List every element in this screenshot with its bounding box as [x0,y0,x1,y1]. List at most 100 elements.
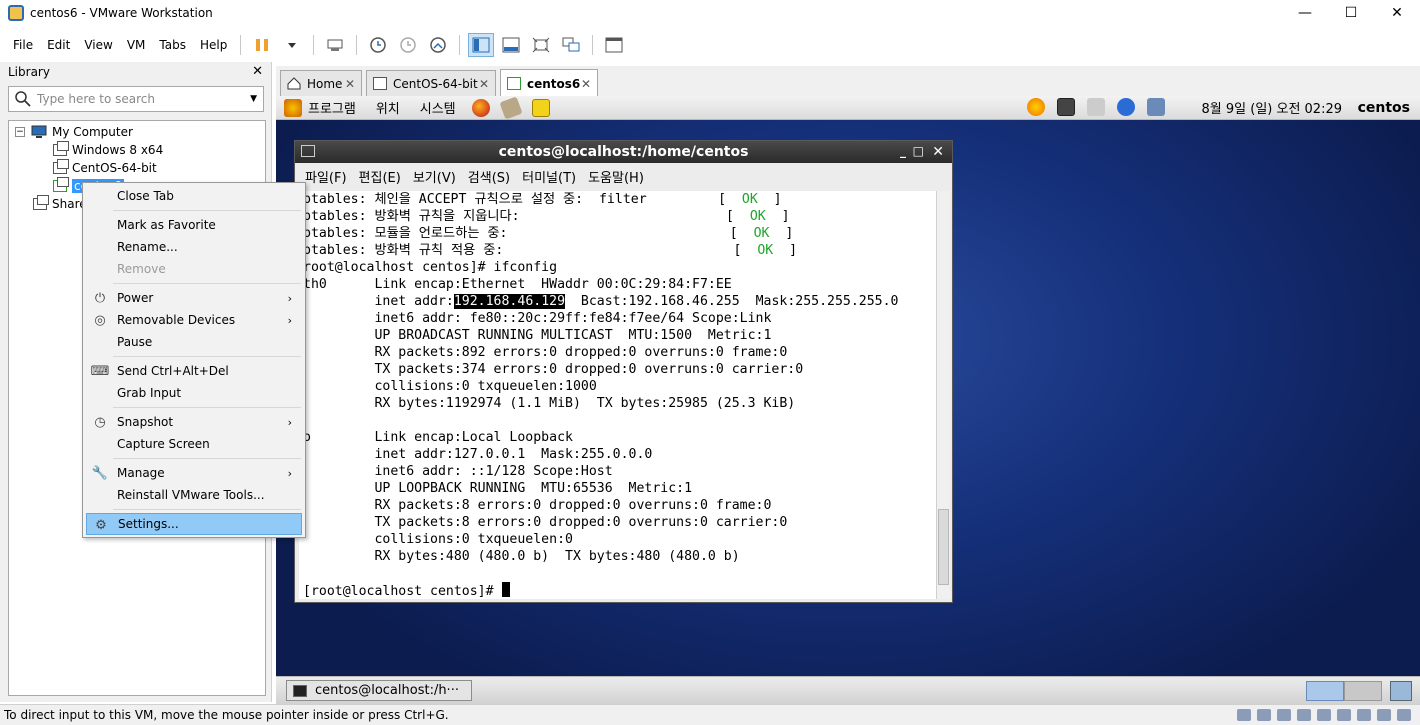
context-menu-item[interactable]: ◷ Snapshot › [86,411,302,433]
terminal-menu-terminal[interactable]: 터미널(T) [522,167,576,186]
snapshot-revert-icon[interactable] [395,33,421,57]
menu-view[interactable]: View [77,38,119,52]
network-icon[interactable] [1147,98,1165,116]
tree-item-centos-64[interactable]: CentOS-64-bit [53,159,157,177]
tree-node-my-computer[interactable]: − My Computer [15,123,133,141]
context-menu-item[interactable]: Reinstall VMware Tools... [86,484,302,506]
notes-icon[interactable] [531,98,550,117]
firefox-icon[interactable] [471,98,490,117]
unity-icon[interactable] [558,33,584,57]
context-menu-item[interactable]: 🔧 Manage › [86,462,302,484]
terminal-line: root@localhost centos]# ifconfig [303,260,558,275]
display-icon[interactable] [1377,709,1391,721]
snapshot-take-icon[interactable] [365,33,391,57]
show-library-icon[interactable] [468,33,495,57]
tab-close-icon[interactable]: ✕ [345,77,355,91]
bluetooth-icon[interactable] [1117,98,1135,116]
device-status-icons [1234,709,1414,721]
vm-display[interactable]: 프로그램 위치 시스템 8월 9일 (일) 오전 02:29 centos ce… [276,96,1420,704]
mail-icon[interactable] [499,96,523,120]
message-icon[interactable] [1397,709,1411,721]
context-menu-item[interactable]: ◎ Removable Devices › [86,309,302,331]
guest-clock[interactable]: 8월 9일 (일) 오전 02:29 [1202,98,1342,117]
guest-menu-applications[interactable]: 프로그램 [308,98,356,117]
library-search-input[interactable]: Type here to search ▼ [8,86,264,112]
context-menu-item[interactable]: ⌨ Send Ctrl+Alt+Del [86,360,302,382]
terminal-menu-file[interactable]: 파일(F) [305,167,347,186]
sound-icon[interactable] [1337,709,1351,721]
scrollbar-thumb[interactable] [938,509,949,585]
maximize-button[interactable]: ☐ [1328,0,1374,26]
usb-icon[interactable] [1317,709,1331,721]
terminal-line: RX packets:892 errors:0 dropped:0 overru… [303,345,788,360]
terminal-scrollbar[interactable] [936,191,950,599]
taskbar-terminal-button[interactable]: centos@localhost:/h··· [286,680,472,701]
tab-close-icon[interactable]: ✕ [479,77,489,91]
console-view-icon[interactable] [601,33,627,57]
workspace-1[interactable] [1306,681,1344,701]
menu-vm[interactable]: VM [120,38,153,52]
terminal-menu-search[interactable]: 검색(S) [468,167,510,186]
terminal-close-icon[interactable]: ✕ [932,144,944,160]
volume-icon[interactable] [1087,98,1105,116]
terminal-line: inet addr:127.0.0.1 Mask:255.0.0.0 [303,447,653,462]
terminal-titlebar[interactable]: centos@localhost:/home/centos _ □ ✕ [295,141,952,163]
context-menu-item[interactable]: ⏻ Power › [86,287,302,309]
cd-icon[interactable] [1257,709,1271,721]
context-menu-item[interactable]: Grab Input [86,382,302,404]
update-notify-icon[interactable] [1027,98,1045,116]
context-menu-item[interactable]: Rename... [86,236,302,258]
collapse-icon[interactable]: − [15,127,25,137]
terminal-window[interactable]: centos@localhost:/home/centos _ □ ✕ 파일(F… [294,140,953,603]
network-adapter-icon[interactable] [1297,709,1311,721]
context-menu-label: Send Ctrl+Alt+Del [117,364,229,378]
screen-icon[interactable] [1057,98,1075,116]
trash-icon[interactable] [1390,681,1412,701]
tree-item-windows-8[interactable]: Windows 8 x64 [53,141,163,159]
context-menu-item[interactable]: Mark as Favorite [86,214,302,236]
terminal-minimize-icon[interactable]: _ [900,144,906,158]
power-dropdown-icon[interactable] [279,33,305,57]
pause-icon[interactable] [249,33,275,57]
tab-close-icon[interactable]: ✕ [581,77,591,91]
menu-separator [113,356,301,357]
search-dropdown-icon[interactable]: ▼ [250,94,257,104]
library-close-icon[interactable]: ✕ [252,64,263,79]
floppy-icon[interactable] [1277,709,1291,721]
terminal-output[interactable]: ptables: 체인을 ACCEPT 규칙으로 설정 중: filter [ … [299,191,937,599]
workspace-2[interactable] [1344,681,1382,701]
context-menu-item[interactable]: Remove [86,258,302,280]
minimize-button[interactable]: — [1282,0,1328,26]
context-menu-item[interactable]: Capture Screen [86,433,302,455]
settings-icon: ⚙ [95,517,107,533]
send-ctrl-alt-del-icon[interactable] [322,33,348,57]
context-menu-item[interactable]: Pause [86,331,302,353]
menu-file[interactable]: File [6,38,40,52]
hdd-icon[interactable] [1237,709,1251,721]
workspace-switcher[interactable] [1306,681,1382,701]
close-window-button[interactable]: ✕ [1374,0,1420,26]
terminal-line: RX bytes:480 (480.0 b) TX bytes:480 (480… [303,549,740,564]
guest-username[interactable]: centos [1358,100,1410,116]
menu-edit[interactable]: Edit [40,38,77,52]
menu-help[interactable]: Help [193,38,234,52]
tab-centos-64-bit[interactable]: CentOS-64-bit ✕ [366,70,496,96]
snapshot-manager-icon[interactable] [425,33,451,57]
full-screen-icon[interactable] [528,33,554,57]
terminal-menu-edit[interactable]: 편집(E) [359,167,401,186]
terminal-maximize-icon[interactable]: □ [913,144,924,158]
context-menu-item[interactable]: Close Tab [86,185,302,207]
terminal-menu-view[interactable]: 보기(V) [413,167,456,186]
manage-icon: 🔧 [91,465,109,481]
tab-centos6[interactable]: centos6 ✕ [500,69,598,97]
printer-icon[interactable] [1357,709,1371,721]
selected-ip-text[interactable]: 192.168.46.129 [453,294,566,309]
tab-home[interactable]: Home ✕ [280,70,362,96]
guest-menu-places[interactable]: 위치 [376,98,400,117]
context-menu-item[interactable]: ⚙ Settings... [86,513,302,535]
menu-tabs[interactable]: Tabs [152,38,193,52]
terminal-menu-help[interactable]: 도움말(H) [588,167,644,186]
terminal-line: RX packets:8 errors:0 dropped:0 overruns… [303,498,772,513]
guest-menu-system[interactable]: 시스템 [420,98,456,117]
thumbnail-bar-icon[interactable] [498,33,524,57]
